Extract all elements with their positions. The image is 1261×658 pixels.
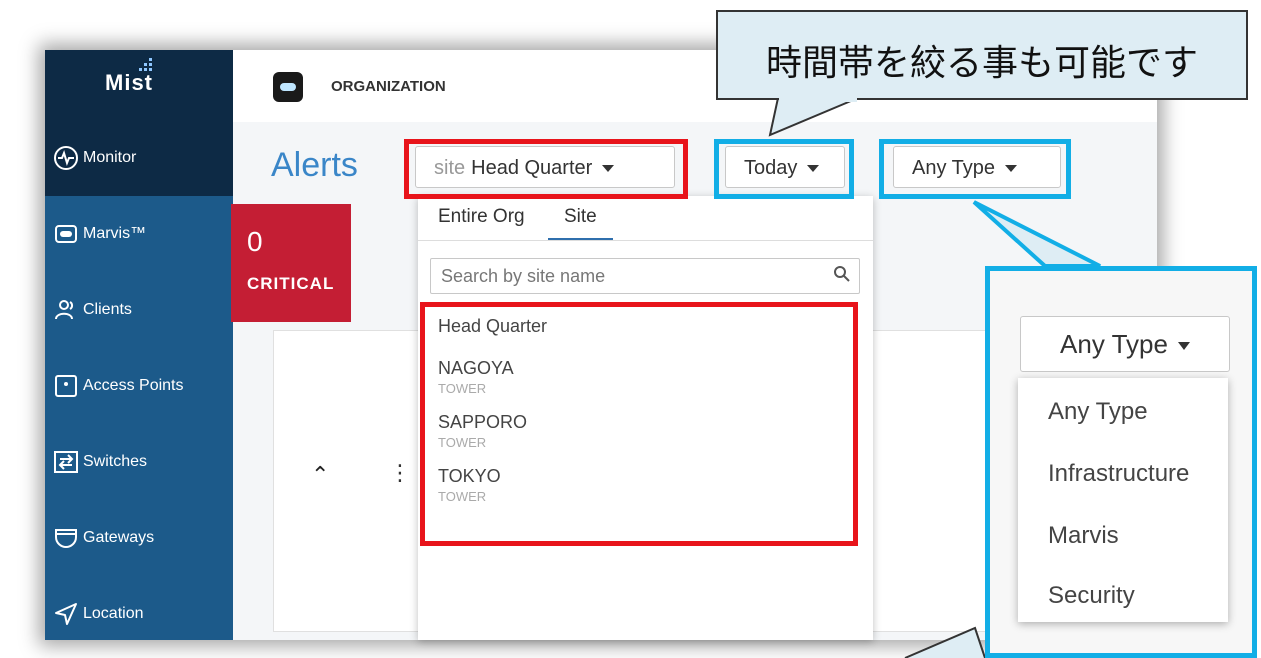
tab-entire-org[interactable]: Entire Org	[438, 206, 525, 228]
site-search-input[interactable]	[431, 259, 823, 293]
sidebar-item-switches[interactable]: Switches	[45, 424, 233, 500]
zoom-type-value: Any Type	[1060, 329, 1168, 359]
chevron-up-icon[interactable]: ⌃	[311, 462, 329, 488]
gateway-icon	[55, 529, 77, 549]
logo-area: Mist	[45, 50, 233, 120]
org-icon	[273, 72, 303, 102]
site-filter-highlight	[404, 139, 688, 199]
menu-item[interactable]: Infrastructure	[1048, 460, 1189, 488]
kebab-menu-icon[interactable]: ⋮	[389, 460, 411, 486]
sidebar-item-access-points[interactable]: Access Points	[45, 348, 233, 424]
sidebar-item-label: Switches	[83, 453, 148, 470]
menu-item[interactable]: Any Type	[1048, 398, 1148, 426]
access-point-icon	[55, 375, 77, 397]
sidebar-item-label: Monitor	[83, 149, 137, 166]
pulse-icon	[54, 146, 78, 170]
sidebar: Mist Monitor Marvis™ Clients Access Poin…	[45, 50, 233, 640]
callout-joint	[779, 96, 857, 102]
callout-bubble: 時間帯を絞る事も可能です	[716, 10, 1248, 100]
site-search	[430, 258, 860, 294]
sidebar-item-marvis[interactable]: Marvis™	[45, 196, 233, 272]
type-dropdown-menu: Any Type Infrastructure Marvis Security	[1018, 378, 1228, 622]
sidebar-item-label: Gateways	[83, 529, 155, 546]
critical-count-card[interactable]: 0 CRITICAL	[231, 204, 351, 322]
switch-icon	[54, 451, 78, 473]
sidebar-item-label: Marvis™	[83, 225, 147, 242]
sidebar-item-location[interactable]: Location	[45, 576, 233, 640]
tab-divider	[418, 240, 873, 241]
sidebar-item-label: Location	[83, 605, 144, 622]
mist-logo: Mist	[105, 70, 153, 95]
location-arrow-icon	[55, 603, 77, 625]
page-title: Alerts	[271, 146, 358, 184]
type-filter-highlight	[879, 139, 1071, 199]
org-label: ORGANIZATION	[331, 78, 446, 95]
marvis-icon	[55, 225, 77, 243]
critical-label: CRITICAL	[247, 274, 335, 293]
sidebar-item-label: Access Points	[83, 377, 184, 394]
sidebar-item-label: Clients	[83, 301, 132, 318]
time-filter-highlight	[714, 139, 854, 199]
sidebar-item-gateways[interactable]: Gateways	[45, 500, 233, 576]
critical-count: 0	[247, 226, 263, 257]
menu-item[interactable]: Security	[1048, 582, 1135, 610]
site-list-highlight	[420, 302, 858, 546]
callout-text: 時間帯を絞る事も可能です	[765, 42, 1198, 83]
chevron-down-icon	[1177, 342, 1190, 351]
users-icon	[55, 300, 74, 320]
sidebar-item-monitor[interactable]: Monitor	[45, 120, 233, 196]
menu-item[interactable]: Marvis	[1048, 522, 1119, 550]
tab-site[interactable]: Site	[548, 206, 613, 241]
sidebar-item-clients[interactable]: Clients	[45, 272, 233, 348]
zoom-type-dropdown[interactable]: Any Type	[1020, 316, 1230, 372]
search-icon[interactable]	[833, 265, 851, 283]
